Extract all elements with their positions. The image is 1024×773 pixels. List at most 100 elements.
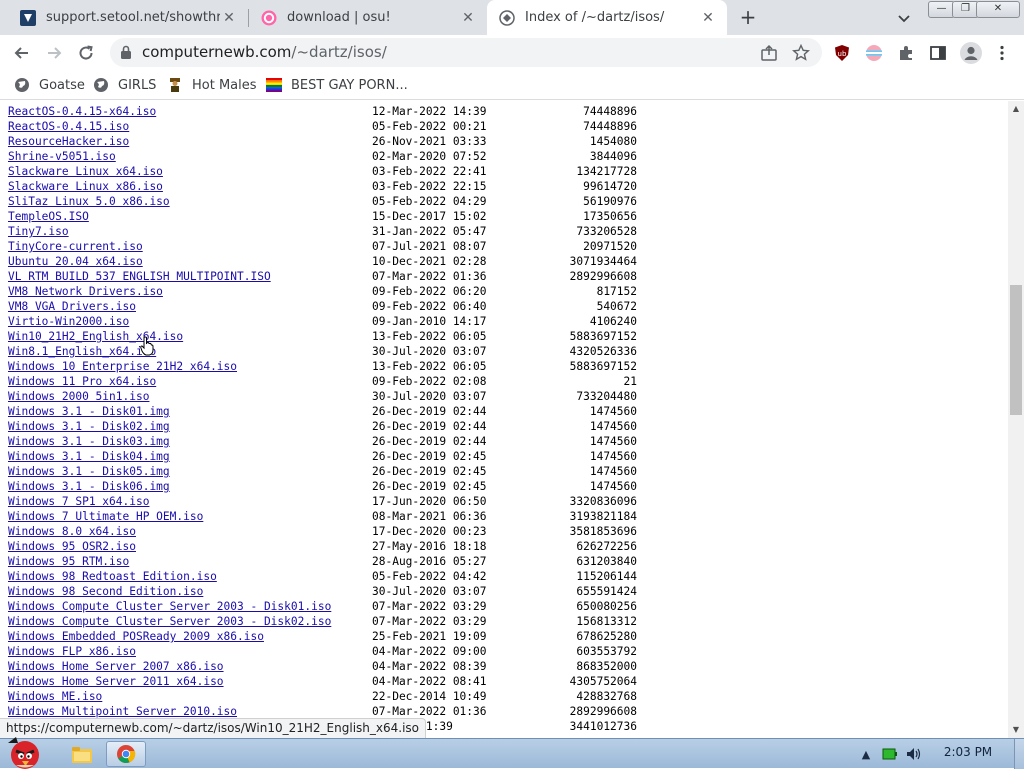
- file-link[interactable]: SliTaz Linux 5.0 x86.iso: [8, 194, 170, 209]
- vertical-scrollbar[interactable]: ▲ ▼: [1008, 101, 1024, 738]
- tab-title: Index of /~dartz/isos/: [525, 10, 665, 25]
- file-size: 115206144: [576, 570, 637, 583]
- file-link[interactable]: Windows 95 OSR2.iso: [8, 539, 136, 554]
- listing-row: SliTaz Linux 5.0 x86.iso 05-Feb-2022 04:2…: [0, 194, 1008, 209]
- file-link[interactable]: Windows 2000 5in1.iso: [8, 389, 149, 404]
- bookmark-hot-males[interactable]: Hot Males: [167, 76, 257, 94]
- bookmark-goatse[interactable]: Goatse: [14, 76, 85, 94]
- close-tab-icon[interactable]: ✕: [220, 9, 238, 27]
- file-link[interactable]: Windows 7 SP1 x64.iso: [8, 494, 149, 509]
- ublock-extension-icon[interactable]: ub: [832, 43, 852, 63]
- listing-row: Windows Compute Cluster Server 2003 - Di…: [0, 614, 1008, 629]
- file-link[interactable]: Windows 11 Pro x64.iso: [8, 374, 156, 389]
- forward-button[interactable]: [42, 41, 66, 65]
- listing-row: Windows 2000 5in1.iso 30-Jul-2020 03:07 73…: [0, 389, 1008, 404]
- file-link[interactable]: ReactOS-0.4.15.iso: [8, 119, 129, 134]
- file-link[interactable]: Windows 98 Second Edition.iso: [8, 584, 203, 599]
- side-panel-icon[interactable]: [928, 43, 948, 63]
- file-link[interactable]: Windows 3.1 - Disk01.img: [8, 404, 170, 419]
- listing-row: VM8 VGA Drivers.iso 09-Feb-2022 06:40 5406…: [0, 299, 1008, 314]
- bookmark-label: GIRLS: [118, 77, 157, 93]
- file-link[interactable]: Windows Home Server 2011 x64.iso: [8, 674, 224, 689]
- file-size: 733206528: [576, 225, 637, 238]
- file-date: 26-Dec-2019 02:45: [372, 465, 487, 478]
- file-size: 156813312: [576, 615, 637, 628]
- start-button[interactable]: [2, 733, 48, 769]
- file-link[interactable]: VM8 Network Drivers.iso: [8, 284, 163, 299]
- file-link[interactable]: VL RTM BUILD 537 ENGLISH MULTIPOINT.ISO: [8, 269, 271, 284]
- bookmark-best-gay-porn[interactable]: BEST GAY PORN...: [266, 76, 408, 94]
- file-link[interactable]: Slackware Linux x86.iso: [8, 179, 163, 194]
- file-link[interactable]: Windows 95 RTM.iso: [8, 554, 129, 569]
- file-link[interactable]: Windows 3.1 - Disk03.img: [8, 434, 170, 449]
- file-link[interactable]: Windows Multipoint Server 2010.iso: [8, 704, 237, 719]
- taskbar-chrome-button[interactable]: [106, 741, 146, 767]
- scrollbar-thumb[interactable]: [1010, 285, 1022, 415]
- close-tab-icon[interactable]: ✕: [459, 9, 477, 27]
- file-size: 540672: [596, 300, 637, 313]
- file-link[interactable]: Windows 3.1 - Disk05.img: [8, 464, 170, 479]
- taskbar-explorer-button[interactable]: [62, 741, 102, 767]
- extensions-puzzle-icon[interactable]: [896, 43, 916, 63]
- file-link[interactable]: VM8 VGA Drivers.iso: [8, 299, 136, 314]
- profile-avatar-icon[interactable]: [960, 42, 982, 64]
- tab-setool[interactable]: support.setool.net/showthrea ✕: [8, 0, 248, 35]
- file-date: 04-Mar-2022 09:00: [372, 645, 487, 658]
- file-link[interactable]: Shrine-v5051.iso: [8, 149, 116, 164]
- file-date: 22-Dec-2014 10:49: [372, 690, 487, 703]
- minimize-button[interactable]: —: [928, 1, 955, 18]
- file-link[interactable]: ResourceHacker.iso: [8, 134, 129, 149]
- volume-icon[interactable]: [904, 745, 924, 763]
- file-size: 5883697152: [569, 360, 637, 373]
- globe-icon: [93, 77, 109, 93]
- file-link[interactable]: Slackware Linux x64.iso: [8, 164, 163, 179]
- tab-osu[interactable]: download | osu! ✕: [249, 0, 487, 35]
- file-link[interactable]: Windows Compute Cluster Server 2003 - Di…: [8, 599, 331, 614]
- file-link[interactable]: Windows Home Server 2007 x86.iso: [8, 659, 224, 674]
- file-link[interactable]: Windows 3.1 - Disk02.img: [8, 419, 170, 434]
- tray-overflow-icon[interactable]: ▲: [858, 745, 874, 763]
- file-size: 17350656: [583, 210, 637, 223]
- file-link[interactable]: Windows 98 Redtoast Edition.iso: [8, 569, 217, 584]
- file-link[interactable]: Windows 8.0 x64.iso: [8, 524, 136, 539]
- file-link[interactable]: Windows Embedded POSReady 2009 x86.iso: [8, 629, 264, 644]
- file-link[interactable]: Windows 10 Enterprise 21H2 x64.iso: [8, 359, 237, 374]
- file-link[interactable]: Win10_21H2_English_x64.iso: [8, 329, 183, 344]
- close-window-button[interactable]: ✕: [976, 1, 1020, 18]
- file-link[interactable]: Windows 7 Ultimate HP OEM.iso: [8, 509, 203, 524]
- restore-button[interactable]: ❐: [952, 1, 979, 18]
- file-link[interactable]: Tiny7.iso: [8, 224, 69, 239]
- file-link[interactable]: Ubuntu 20.04 x64.iso: [8, 254, 143, 269]
- file-link[interactable]: Windows FLP x86.iso: [8, 644, 136, 659]
- pride-extension-icon[interactable]: [864, 43, 884, 63]
- battery-icon[interactable]: [880, 745, 900, 763]
- file-link[interactable]: ReactOS-0.4.15-x64.iso: [8, 104, 156, 119]
- file-size: 74448896: [583, 120, 637, 133]
- chrome-menu-icon[interactable]: [992, 43, 1012, 63]
- address-url[interactable]: computernewb.com/~dartz/isos/: [142, 43, 387, 61]
- new-tab-button[interactable]: +: [736, 6, 760, 30]
- directory-listing: ReactOS-0.4.15-x64.iso 12-Mar-2022 14:39 7…: [0, 104, 1008, 734]
- back-button[interactable]: [10, 41, 34, 65]
- file-link[interactable]: Windows 3.1 - Disk04.img: [8, 449, 170, 464]
- file-link[interactable]: Windows 3.1 - Disk06.img: [8, 479, 170, 494]
- file-link[interactable]: Win8.1_English_x64.iso: [8, 344, 156, 359]
- scroll-up-arrow-icon[interactable]: ▲: [1008, 101, 1024, 117]
- show-desktop-button[interactable]: [1014, 739, 1024, 769]
- tab-index-of-isos[interactable]: Index of /~dartz/isos/ ✕: [487, 0, 727, 35]
- file-link[interactable]: Windows Compute Cluster Server 2003 - Di…: [8, 614, 331, 629]
- close-tab-icon[interactable]: ✕: [699, 9, 717, 27]
- reload-button[interactable]: [74, 41, 98, 65]
- address-bar[interactable]: computernewb.com/~dartz/isos/: [110, 38, 822, 67]
- taskbar-clock[interactable]: 2:03 PM: [930, 745, 1006, 759]
- file-size: 678625280: [576, 630, 637, 643]
- file-link[interactable]: TinyCore-current.iso: [8, 239, 143, 254]
- file-size: 134217728: [576, 165, 637, 178]
- file-link[interactable]: TempleOS.ISO: [8, 209, 89, 224]
- listing-row: Windows Home Server 2007 x86.iso 04-Mar-2…: [0, 659, 1008, 674]
- tab-search-icon[interactable]: [894, 8, 914, 28]
- file-link[interactable]: Windows ME.iso: [8, 689, 102, 704]
- file-link[interactable]: Virtio-Win2000.iso: [8, 314, 129, 329]
- scroll-down-arrow-icon[interactable]: ▼: [1008, 722, 1024, 738]
- bookmark-girls[interactable]: GIRLS: [93, 76, 156, 94]
